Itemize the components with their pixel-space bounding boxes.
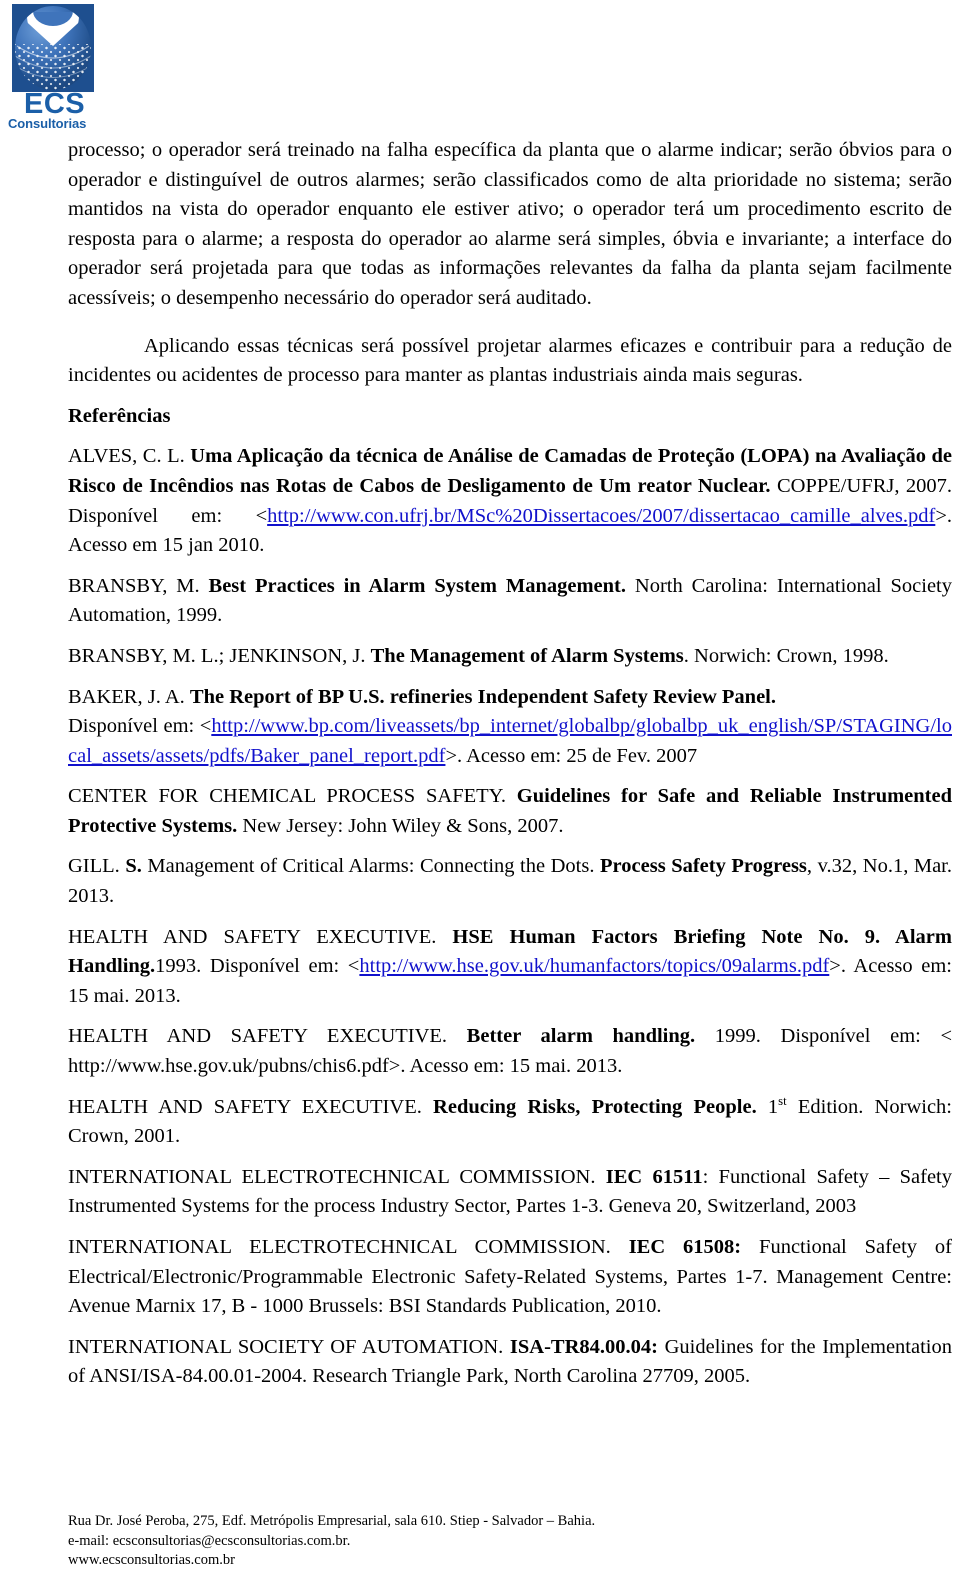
reference-bransby-1999: BRANSBY, M. Best Practices in Alarm Syst… — [68, 572, 952, 631]
reference-journal: Process Safety Progress — [600, 855, 807, 878]
paragraph-conclusion: Aplicando essas técnicas será possível p… — [68, 334, 952, 387]
reference-iec-61511: INTERNATIONAL ELECTROTECHNICAL COMMISSIO… — [68, 1163, 952, 1222]
reference-author: HEALTH AND SAFETY EXECUTIVE. — [68, 1025, 467, 1048]
logo-tagline-text: Consultorias — [8, 116, 87, 131]
reference-link-hse-1993[interactable]: http://www.hse.gov.uk/humanfactors/topic… — [359, 955, 829, 977]
reference-publisher: . Norwich: Crown, 1998. — [683, 644, 889, 667]
footer-website: www.ecsconsultorias.com.br — [68, 1552, 235, 1568]
reference-iec-61508: INTERNATIONAL ELECTROTECHNICAL COMMISSIO… — [68, 1233, 952, 1322]
reference-title: IEC 61511 — [605, 1165, 703, 1188]
reference-bransby-jenkinson: BRANSBY, M. L.; JENKINSON, J. The Manage… — [68, 642, 952, 672]
reference-author: GILL. — [68, 855, 126, 878]
reference-title: Reducing Risks, Protecting People. — [433, 1095, 757, 1118]
reference-isa: INTERNATIONAL SOCIETY OF AUTOMATION. ISA… — [68, 1333, 952, 1392]
company-logo: ECS Consultorias — [6, 4, 102, 136]
reference-access: >. Acesso em: 15 mai. 2013. — [388, 1055, 623, 1078]
reference-title: Best Practices in Alarm System Managemen… — [208, 574, 626, 597]
reference-title: IEC 61508: — [628, 1236, 742, 1258]
document-body: processo; o operador será treinado na fa… — [68, 136, 952, 1392]
reference-title: The Report of BP U.S. refineries Indepen… — [189, 685, 776, 708]
reference-edition-ordinal: st — [778, 1093, 787, 1108]
reference-author: BRANSBY, M. — [68, 574, 209, 597]
reference-article-title: Management of Critical Alarms: Connectin… — [141, 855, 601, 878]
reference-gill: GILL. S. Management of Critical Alarms: … — [68, 852, 952, 911]
reference-alves: ALVES, C. L. Uma Aplicação da técnica de… — [68, 442, 952, 560]
reference-title: Better alarm handling. — [466, 1025, 696, 1048]
reference-author: INTERNATIONAL ELECTROTECHNICAL COMMISSIO… — [68, 1236, 629, 1258]
reference-title: ISA-TR84.00.04: — [509, 1335, 658, 1358]
reference-baker: BAKER, J. A. The Report of BP U.S. refin… — [68, 683, 952, 772]
reference-link-alves[interactable]: http://www.con.ufrj.br/MSc%20Dissertacoe… — [267, 505, 935, 527]
logo-sphere-icon — [15, 6, 91, 90]
logo-arc-lines — [15, 45, 91, 78]
reference-author: ALVES, C. L. — [68, 445, 191, 468]
reference-access: >. Acesso em: 25 de Fev. 2007 — [445, 744, 698, 767]
reference-author-initial: S. — [125, 855, 142, 878]
reference-edition-number: 1 — [767, 1095, 779, 1118]
reference-ccps: CENTER FOR CHEMICAL PROCESS SAFETY. Guid… — [68, 782, 952, 841]
reference-author: INTERNATIONAL ELECTROTECHNICAL COMMISSIO… — [68, 1165, 606, 1188]
references-heading: Referências — [68, 404, 171, 427]
footer-address: Rua Dr. José Peroba, 275, Edf. Metrópoli… — [68, 1513, 596, 1529]
reference-author: INTERNATIONAL SOCIETY OF AUTOMATION. — [68, 1335, 510, 1358]
reference-hse-2001: HEALTH AND SAFETY EXECUTIVE. Reducing Ri… — [68, 1093, 952, 1152]
reference-mid: 1993. Disponível em: < — [155, 955, 360, 978]
reference-author: BAKER, J. A. — [68, 685, 190, 708]
reference-author: HEALTH AND SAFETY EXECUTIVE. — [68, 925, 453, 948]
reference-author: CENTER FOR CHEMICAL PROCESS SAFETY. — [68, 785, 517, 808]
reference-author: BRANSBY, M. L.; JENKINSON, J. — [68, 644, 371, 667]
page-footer: Rua Dr. José Peroba, 275, Edf. Metrópoli… — [68, 1512, 928, 1571]
reference-hse-1993: HEALTH AND SAFETY EXECUTIVE. HSE Human F… — [68, 923, 952, 1012]
reference-mid: 1999. Disponível em: < — [695, 1025, 953, 1048]
reference-title: The Management of Alarm Systems — [370, 644, 684, 667]
reference-mid: Disponível em: < — [68, 715, 212, 738]
reference-hse-1999: HEALTH AND SAFETY EXECUTIVE. Better alar… — [68, 1022, 952, 1081]
reference-author: HEALTH AND SAFETY EXECUTIVE. — [68, 1095, 434, 1118]
reference-url-plain: http://www.hse.gov.uk/pubns/chis6.pdf — [68, 1055, 389, 1078]
paragraph-process-continuation: processo; o operador será treinado na fa… — [68, 139, 952, 309]
reference-publisher: New Jersey: John Wiley & Sons, 2007. — [237, 814, 564, 837]
logo-brand-text: ECS — [24, 88, 86, 120]
footer-email: e-mail: ecsconsultorias@ecsconsultorias.… — [68, 1532, 351, 1549]
